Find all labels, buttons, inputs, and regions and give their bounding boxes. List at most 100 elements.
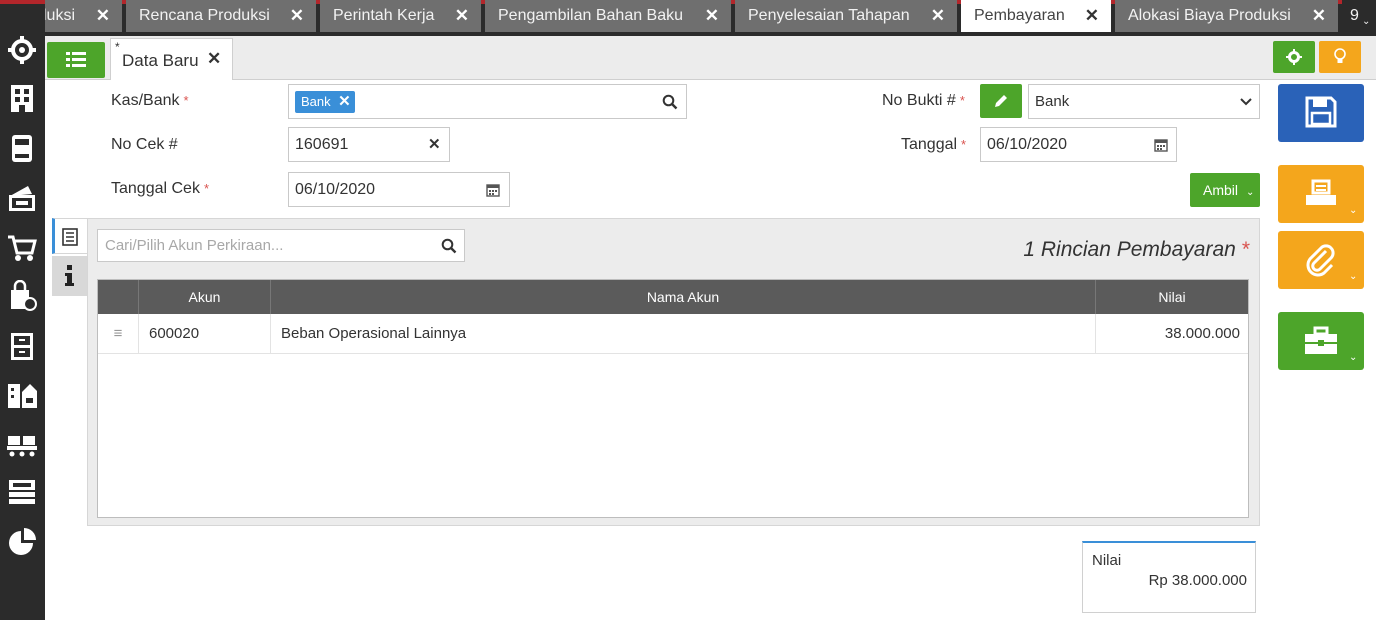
calendar-icon[interactable] [486,183,500,197]
close-icon[interactable]: ✕ [96,0,110,32]
settings-button[interactable] [1273,41,1315,73]
unsaved-marker: * [115,40,120,54]
cell-nama-akun: Beban Operasional Lainnya [270,314,1095,354]
close-icon[interactable]: ✕ [1312,0,1326,32]
chevron-down-icon: ⌄ [1349,352,1358,363]
list-icon [66,52,86,67]
save-button[interactable] [1278,84,1364,142]
akun-search-placeholder: Cari/Pilih Akun Perkiraan... [105,237,284,254]
settings-icon[interactable] [6,34,38,66]
doc-tab-label: Data Baru [122,51,199,70]
tab-label: Rencana Produksi [139,7,270,24]
close-icon[interactable]: ✕ [931,0,945,32]
cart-icon[interactable] [6,232,38,264]
total-summary: Nilai Rp 38.000.000 [1082,541,1256,613]
column-header-akun[interactable]: Akun [138,280,270,314]
tab-alokasi-biaya-produksi[interactable]: Alokasi Biaya Produksi ✕ [1115,0,1338,32]
drag-handle-icon[interactable]: ≡ [98,314,138,354]
bank-chip[interactable]: Bank ✕ [295,91,355,113]
no-bukti-value: Bank [1035,93,1070,110]
detail-tab[interactable] [52,218,87,254]
ambil-button-label: Ambil [1203,182,1239,198]
search-icon[interactable] [441,238,457,254]
search-icon[interactable] [662,94,678,110]
attachment-icon [1306,244,1335,277]
tab-overflow-menu[interactable]: 9 ⌄ [1342,0,1376,32]
list-view-button[interactable] [47,42,105,78]
tips-button[interactable] [1319,41,1361,73]
no-bukti-select[interactable]: Bank [1028,84,1260,119]
no-cek-label: No Cek # [111,136,178,153]
no-bukti-label: No Bukti # * [882,92,965,109]
close-icon[interactable]: ✕ [705,0,719,32]
akun-search-input[interactable]: Cari/Pilih Akun Perkiraan... [97,229,465,262]
pencil-icon [995,95,1007,107]
kas-bank-label: Kas/Bank * [111,92,189,109]
left-nav-bar [0,4,45,620]
tab-pembayaran[interactable]: Pembayaran ✕ [961,0,1111,32]
briefcase-icon [1305,326,1337,354]
building-icon[interactable] [6,82,38,114]
tab-overflow-count: 9 [1350,7,1359,24]
attachment-button[interactable]: ⌄ [1278,231,1364,289]
tab-label: luksi [45,7,76,24]
no-cek-value: 160691 [295,136,349,153]
bank-chip-label: Bank [301,94,331,109]
grid-header-handle [98,280,138,314]
close-icon[interactable]: ✕ [207,49,221,69]
close-icon[interactable]: ✕ [455,0,469,32]
tab-produksi[interactable]: luksi ✕ [45,0,122,32]
grid-header: Akun Nama Akun Nilai [98,280,1248,314]
tanggal-cek-input[interactable]: 06/10/2020 [288,172,510,207]
tools-button[interactable]: ⌄ [1278,312,1364,370]
tab-penyelesaian-tahapan[interactable]: Penyelesaian Tahapan ✕ [735,0,957,32]
total-label: Nilai [1092,552,1122,569]
cell-nilai: 38.000.000 [1095,314,1248,354]
tab-rencana-produksi[interactable]: Rencana Produksi ✕ [126,0,316,32]
remove-chip-icon[interactable]: ✕ [338,91,351,113]
chevron-down-icon: ⌄ [1246,187,1255,198]
tab-label: Alokasi Biaya Produksi [1128,7,1291,24]
tanggal-cek-value: 06/10/2020 [295,181,376,198]
no-cek-input[interactable]: 160691 ✕ [288,127,450,162]
edit-no-bukti-button[interactable] [980,84,1022,118]
print-icon [1306,179,1336,205]
pie-chart-icon[interactable] [6,526,38,558]
factory-icon[interactable] [6,428,38,460]
tab-label: Pembayaran [974,7,1065,24]
doc-tab-data-baru[interactable]: * Data Baru ✕ [110,38,233,80]
column-header-nama-akun[interactable]: Nama Akun [270,280,1095,314]
city-icon[interactable] [6,378,38,410]
detail-title: 1 Rincian Pembayaran * [1023,238,1250,261]
document-icon [62,228,78,246]
clear-icon[interactable]: ✕ [428,135,441,153]
close-icon[interactable]: ✕ [1085,0,1099,32]
tanggal-cek-label: Tanggal Cek * [111,180,210,197]
total-value: Rp 38.000.000 [1148,572,1247,589]
column-header-nilai[interactable]: Nilai [1095,280,1248,314]
shopping-bag-icon[interactable] [6,280,38,312]
chevron-down-icon: ⌄ [1362,16,1371,27]
kas-bank-field[interactable]: Bank ✕ [288,84,687,119]
lightbulb-icon [1334,48,1346,63]
chevron-down-icon: ⌄ [1349,205,1358,216]
tanggal-value: 06/10/2020 [987,136,1068,153]
save-icon [1305,96,1337,128]
table-row[interactable]: ≡ 600020 Beban Operasional Lainnya 38.00… [98,314,1248,354]
tab-pengambilan-bahan-baku[interactable]: Pengambilan Bahan Baku ✕ [485,0,731,32]
close-icon[interactable]: ✕ [290,0,304,32]
tab-perintah-kerja[interactable]: Perintah Kerja ✕ [320,0,481,32]
tab-label: Penyelesaian Tahapan [748,7,910,24]
cell-akun: 600020 [138,314,270,354]
calendar-icon[interactable] [1154,138,1168,152]
info-tab[interactable] [52,256,87,296]
tax-icon[interactable] [6,476,38,508]
wallet-icon[interactable] [6,182,38,214]
info-icon [65,265,74,286]
ambil-button[interactable]: Ambil ⌄ [1190,173,1260,207]
chevron-down-icon: ⌄ [1349,271,1358,282]
calculator-icon[interactable] [6,132,38,164]
archive-icon[interactable] [6,330,38,362]
print-button[interactable]: ⌄ [1278,165,1364,223]
tanggal-input[interactable]: 06/10/2020 [980,127,1177,162]
